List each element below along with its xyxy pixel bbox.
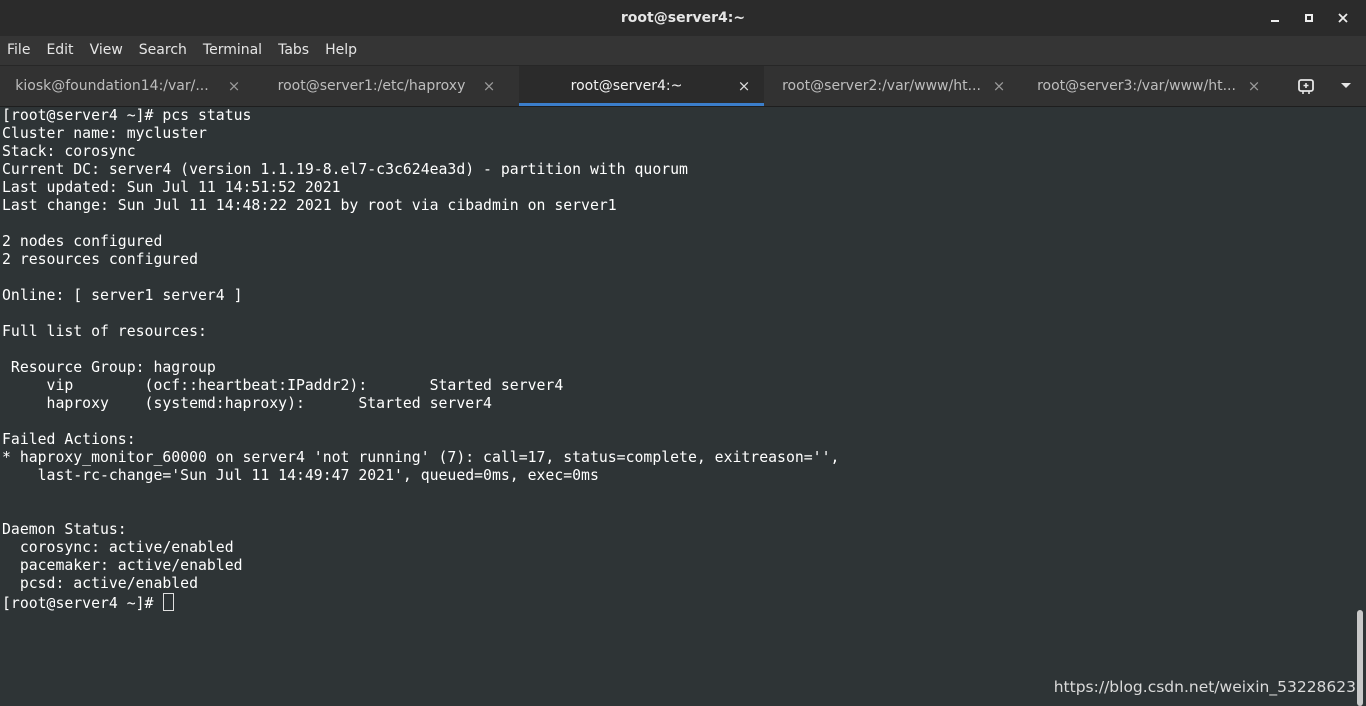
terminal-line: haproxy (systemd:haproxy): Started serve… bbox=[2, 395, 492, 412]
terminal-text: [root@server4 ~]# pcs status Cluster nam… bbox=[0, 107, 839, 613]
menu-view[interactable]: View bbox=[82, 36, 131, 65]
terminal-line: Last change: Sun Jul 11 14:48:22 2021 by… bbox=[2, 197, 617, 214]
terminal-line: Daemon Status: bbox=[2, 521, 127, 538]
window-title: root@server4:~ bbox=[620, 10, 746, 26]
close-tab-icon[interactable]: × bbox=[734, 77, 754, 95]
tab-root-server1[interactable]: root@server1:/etc/haproxy × bbox=[264, 66, 509, 106]
window-controls bbox=[1260, 0, 1358, 36]
tab-kiosk-foundation14[interactable]: kiosk@foundation14:/var/... × bbox=[0, 66, 254, 106]
terminal-line: Resource Group: hagroup bbox=[2, 359, 216, 376]
maximize-icon bbox=[1305, 14, 1313, 22]
terminal-line: 2 resources configured bbox=[2, 251, 198, 268]
terminal-cursor bbox=[163, 593, 175, 611]
terminal-line: 2 nodes configured bbox=[2, 233, 163, 250]
tab-label: kiosk@foundation14:/var/... bbox=[15, 78, 209, 94]
terminal-line: Online: [ server1 server4 ] bbox=[2, 287, 243, 304]
terminal-line: [root@server4 ~]# pcs status bbox=[2, 107, 252, 124]
terminal-line: Current DC: server4 (version 1.1.19-8.el… bbox=[2, 161, 688, 178]
menu-tabs[interactable]: Tabs bbox=[270, 36, 317, 65]
terminal-line: corosync: active/enabled bbox=[2, 539, 234, 556]
terminal-scrollbar[interactable] bbox=[1354, 107, 1366, 706]
close-tab-icon[interactable]: × bbox=[224, 77, 244, 95]
tab-tools bbox=[1286, 66, 1366, 106]
close-tab-icon[interactable]: × bbox=[479, 77, 499, 95]
new-tab-button[interactable] bbox=[1286, 66, 1326, 106]
close-window-button[interactable] bbox=[1328, 3, 1358, 33]
terminal-line: Full list of resources: bbox=[2, 323, 207, 340]
window-titlebar[interactable]: root@server4:~ bbox=[0, 0, 1366, 37]
terminal-line: last-rc-change='Sun Jul 11 14:49:47 2021… bbox=[2, 467, 599, 484]
terminal-line: pacemaker: active/enabled bbox=[2, 557, 243, 574]
terminal-line: Failed Actions: bbox=[2, 431, 136, 448]
terminal-line: * haproxy_monitor_60000 on server4 'not … bbox=[2, 449, 840, 466]
menu-terminal[interactable]: Terminal bbox=[195, 36, 270, 65]
close-tab-icon[interactable]: × bbox=[1244, 77, 1264, 95]
tab-label: root@server3:/var/www/ht... bbox=[1037, 78, 1236, 94]
menu-bar: File Edit View Search Terminal Tabs Help bbox=[0, 36, 1366, 66]
terminal-line: Cluster name: mycluster bbox=[2, 125, 207, 142]
scrollbar-thumb[interactable] bbox=[1357, 610, 1363, 706]
tabs-menu-button[interactable] bbox=[1326, 66, 1366, 106]
tab-label: root@server4:~ bbox=[570, 78, 683, 94]
new-terminal-icon bbox=[1298, 79, 1314, 94]
terminal-line: pcsd: active/enabled bbox=[2, 575, 198, 592]
terminal-line: Last updated: Sun Jul 11 14:51:52 2021 bbox=[2, 179, 341, 196]
minimize-icon bbox=[1271, 20, 1279, 22]
tab-root-server3[interactable]: root@server3:/var/www/ht... × bbox=[1029, 66, 1274, 106]
menu-file[interactable]: File bbox=[0, 36, 38, 65]
watermark-text: https://blog.csdn.net/weixin_53228623 bbox=[1053, 678, 1356, 696]
menu-search[interactable]: Search bbox=[131, 36, 195, 65]
tab-label: root@server1:/etc/haproxy bbox=[277, 78, 466, 94]
tab-root-server4[interactable]: root@server4:~ × bbox=[519, 66, 764, 106]
menu-edit[interactable]: Edit bbox=[38, 36, 81, 65]
tab-label: root@server2:/var/www/ht... bbox=[782, 78, 981, 94]
terminal-output[interactable]: [root@server4 ~]# pcs status Cluster nam… bbox=[0, 107, 1354, 706]
close-tab-icon[interactable]: × bbox=[989, 77, 1009, 95]
maximize-button[interactable] bbox=[1294, 3, 1324, 33]
tab-root-server2[interactable]: root@server2:/var/www/ht... × bbox=[774, 66, 1019, 106]
tab-bar: kiosk@foundation14:/var/... × root@serve… bbox=[0, 66, 1366, 107]
menu-help[interactable]: Help bbox=[317, 36, 365, 65]
terminal-line: vip (ocf::heartbeat:IPaddr2): Started se… bbox=[2, 377, 564, 394]
terminal-prompt: [root@server4 ~]# bbox=[2, 595, 163, 612]
dropdown-icon bbox=[1341, 83, 1351, 88]
terminal-line: Stack: corosync bbox=[2, 143, 136, 160]
close-icon bbox=[1338, 13, 1348, 23]
minimize-button[interactable] bbox=[1260, 3, 1290, 33]
